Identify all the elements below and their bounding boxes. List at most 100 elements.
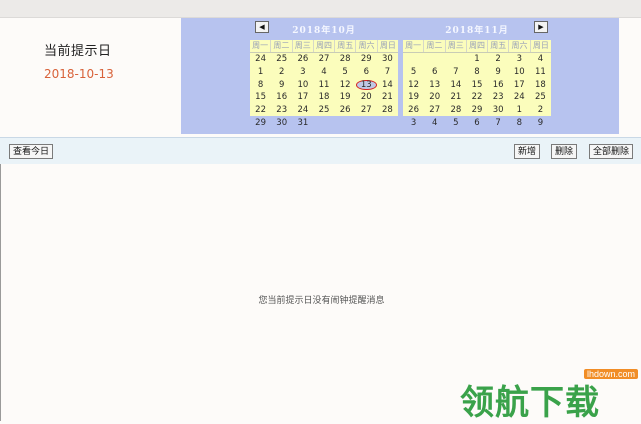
calendar-day[interactable]: 31 (292, 117, 313, 130)
calendar-day[interactable]: 27 (313, 53, 334, 66)
calendar-day[interactable]: 15 (250, 91, 271, 104)
calendar-day[interactable]: 9 (530, 117, 551, 130)
calendar-day[interactable]: 20 (424, 91, 445, 104)
calendar-day (313, 117, 334, 130)
delete-all-button[interactable]: 全部删除 (589, 144, 634, 159)
calendar-day[interactable]: 27 (356, 104, 377, 117)
weekday-label: 周四 (467, 40, 489, 52)
weekday-label: 周五 (335, 40, 357, 52)
calendar-day[interactable]: 3 (403, 117, 424, 130)
calendar-day[interactable]: 28 (445, 104, 466, 117)
calendar-day[interactable]: 2 (530, 104, 551, 117)
calendar-day[interactable]: 24 (292, 104, 313, 117)
empty-message: 您当前提示日没有闹钟提醒消息 (258, 296, 385, 306)
calendar-day[interactable]: 4 (424, 117, 445, 130)
month-title: 2018年11月 (445, 26, 509, 36)
calendar-day[interactable]: 13 (424, 79, 445, 92)
calendar-day[interactable]: 21 (445, 91, 466, 104)
calendar-day[interactable]: 29 (356, 53, 377, 66)
calendar-day[interactable]: 14 (377, 79, 398, 92)
calendar-day[interactable]: 17 (509, 79, 530, 92)
calendar-day[interactable]: 19 (335, 91, 356, 104)
calendar-day[interactable]: 2 (488, 53, 509, 66)
calendar-day[interactable]: 4 (530, 53, 551, 66)
selected-day[interactable]: 13 (355, 79, 377, 92)
calendar-day[interactable]: 12 (403, 79, 424, 92)
calendar-day[interactable]: 21 (377, 91, 398, 104)
calendar-day[interactable]: 4 (313, 66, 334, 79)
calendar-day[interactable]: 11 (530, 66, 551, 79)
calendar-day[interactable]: 27 (424, 104, 445, 117)
calendar-day[interactable]: 7 (445, 66, 466, 79)
delete-button[interactable]: 删除 (551, 144, 578, 159)
calendar-day[interactable]: 8 (466, 66, 487, 79)
calendar-day[interactable]: 15 (466, 79, 487, 92)
month-header: 2018年11月 ▶ (403, 18, 551, 40)
calendar-day[interactable]: 1 (509, 104, 530, 117)
calendar-day[interactable]: 29 (250, 117, 271, 130)
calendar-day[interactable]: 26 (335, 104, 356, 117)
week-row: 29 30 31 (250, 117, 398, 130)
calendar-day[interactable]: 22 (466, 91, 487, 104)
weekday-label: 周一 (250, 40, 272, 52)
calendar-day[interactable]: 23 (271, 104, 292, 117)
calendar-day[interactable]: 7 (488, 117, 509, 130)
day-grid: 周一 周二 周三 周四 周五 周六 周日 1 2 3 4 5 6 7 8 9 10 11 12 13 14 15 16 17 1… (403, 40, 551, 128)
reminder-date: 2018-10-13 (44, 67, 114, 81)
calendar-day[interactable]: 8 (509, 117, 530, 130)
calendar-day[interactable]: 1 (466, 53, 487, 66)
calendar-day[interactable]: 28 (377, 104, 398, 117)
calendar-day[interactable]: 30 (377, 53, 398, 66)
calendar-day[interactable]: 3 (509, 53, 530, 66)
calendar-day[interactable]: 22 (250, 104, 271, 117)
calendar-day[interactable]: 5 (335, 66, 356, 79)
calendar-day[interactable]: 14 (445, 79, 466, 92)
calendar-day[interactable]: 25 (271, 53, 292, 66)
calendar-day[interactable]: 24 (250, 53, 271, 66)
calendar-day[interactable]: 29 (466, 104, 487, 117)
calendar-day[interactable]: 16 (488, 79, 509, 92)
calendar-day[interactable]: 25 (313, 104, 334, 117)
calendar-day[interactable]: 11 (313, 79, 334, 92)
calendar-month-october: ◀ 2018年10月 周一 周二 周三 周四 周五 周六 周日 24 25 26 27 28 29 30 1… (250, 18, 398, 128)
view-today-button[interactable]: 查看今日 (9, 144, 54, 159)
week-row: 5 6 7 8 9 10 11 (403, 66, 551, 79)
watermark-logo: lhdown.com 领航下载 (460, 369, 640, 423)
calendar-day[interactable]: 18 (313, 91, 334, 104)
week-row: 26 27 28 29 30 1 2 (403, 104, 551, 117)
calendar-day[interactable]: 12 (335, 79, 356, 92)
calendar-day[interactable]: 19 (403, 91, 424, 104)
calendar-day[interactable]: 25 (530, 91, 551, 104)
calendar-day[interactable]: 1 (250, 66, 271, 79)
week-row: 1234 (403, 53, 551, 66)
calendar-day[interactable]: 6 (466, 117, 487, 130)
reminder-title: 当前提示日 (44, 44, 112, 59)
calendar-day[interactable]: 28 (335, 53, 356, 66)
calendar-day[interactable]: 3 (292, 66, 313, 79)
calendar-day[interactable]: 26 (403, 104, 424, 117)
calendar-day[interactable]: 10 (509, 66, 530, 79)
calendar-day[interactable]: 20 (356, 91, 377, 104)
calendar-day[interactable]: 30 (271, 117, 292, 130)
calendar-day[interactable]: 6 (424, 66, 445, 79)
calendar-day[interactable]: 2 (271, 66, 292, 79)
calendar-day[interactable]: 9 (271, 79, 292, 92)
calendar-day[interactable]: 5 (403, 66, 424, 79)
calendar-day[interactable]: 5 (445, 117, 466, 130)
next-month-button[interactable]: ▶ (534, 21, 548, 33)
calendar-day[interactable]: 16 (271, 91, 292, 104)
calendar-day[interactable]: 24 (509, 91, 530, 104)
calendar-day[interactable]: 26 (292, 53, 313, 66)
calendar-day[interactable]: 8 (250, 79, 271, 92)
weekday-label: 周四 (314, 40, 336, 52)
add-button[interactable]: 新增 (514, 144, 541, 159)
calendar-day[interactable]: 23 (488, 91, 509, 104)
calendar-day[interactable]: 9 (488, 66, 509, 79)
calendar-day[interactable]: 18 (530, 79, 551, 92)
calendar-day[interactable]: 6 (356, 66, 377, 79)
calendar-day[interactable]: 7 (377, 66, 398, 79)
calendar-day[interactable]: 30 (488, 104, 509, 117)
month-header: ◀ 2018年10月 (250, 18, 398, 40)
calendar-day[interactable]: 17 (292, 91, 313, 104)
calendar-day[interactable]: 10 (292, 79, 313, 92)
